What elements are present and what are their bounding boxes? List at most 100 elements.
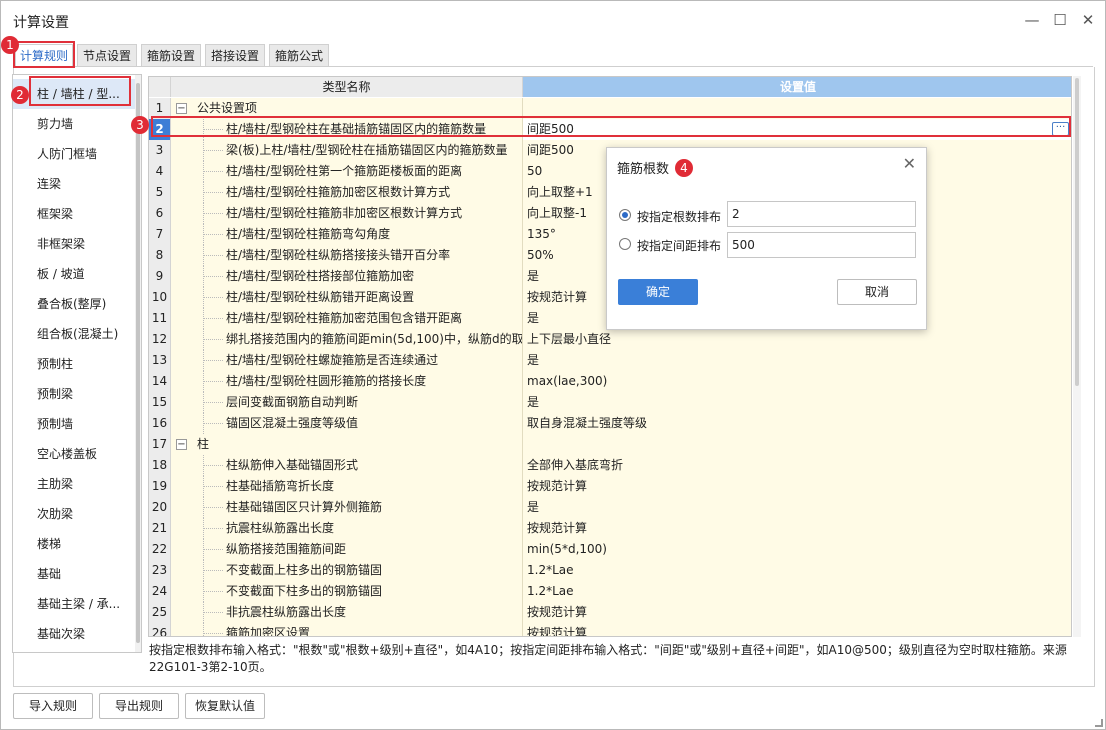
sidebar-item[interactable]: 连梁: [13, 169, 135, 199]
row-name-cell[interactable]: 柱/墙柱/型钢砼柱箍筋弯勾角度: [171, 224, 523, 245]
sidebar-item[interactable]: 组合板(混凝土): [13, 319, 135, 349]
grid-scrollbar[interactable]: [1073, 76, 1081, 637]
radio-by-spacing[interactable]: [619, 238, 631, 250]
row-value-cell[interactable]: [523, 98, 1071, 119]
row-value-cell[interactable]: 是: [523, 497, 1071, 518]
row-value-cell[interactable]: 间距500 ···: [523, 119, 1071, 140]
sidebar-item[interactable]: 基础: [13, 559, 135, 589]
table-row[interactable]: 24 不变截面下柱多出的钢筋锚固 1.2*Lae: [149, 581, 1071, 602]
row-name-cell[interactable]: 不变截面下柱多出的钢筋锚固: [171, 581, 523, 602]
row-value-cell[interactable]: 1.2*Lae: [523, 560, 1071, 581]
tab-calc-rules[interactable]: 计算规则: [15, 44, 73, 66]
radio-by-spacing-label[interactable]: 按指定间距排布: [637, 237, 721, 254]
dialog-cancel-button[interactable]: 取消: [837, 279, 917, 305]
sidebar-item[interactable]: 剪力墙: [13, 109, 135, 139]
resize-grip-icon[interactable]: [1095, 719, 1103, 727]
sidebar-item[interactable]: 预制柱: [13, 349, 135, 379]
sidebar-item[interactable]: 非框架梁: [13, 229, 135, 259]
row-value-cell[interactable]: 按规范计算: [523, 623, 1071, 636]
row-name-cell[interactable]: 抗震柱纵筋露出长度: [171, 518, 523, 539]
row-name-cell[interactable]: 柱/墙柱/型钢砼柱箍筋加密区根数计算方式: [171, 182, 523, 203]
row-value-cell[interactable]: 全部伸入基底弯折: [523, 455, 1071, 476]
tab-stirrup-formula[interactable]: 箍筋公式: [269, 44, 329, 66]
row-value-cell[interactable]: 1.2*Lae: [523, 581, 1071, 602]
table-row[interactable]: 14 柱/墙柱/型钢砼柱圆形箍筋的搭接长度 max(lae,300): [149, 371, 1071, 392]
more-options-icon[interactable]: ···: [1052, 122, 1069, 136]
sidebar-scroll-thumb[interactable]: [136, 83, 140, 643]
sidebar-item[interactable]: 叠合板(整厚): [13, 289, 135, 319]
row-name-cell[interactable]: 柱/墙柱/型钢砼柱螺旋箍筋是否连续通过: [171, 350, 523, 371]
row-value-cell[interactable]: max(lae,300): [523, 371, 1071, 392]
collapse-icon[interactable]: −: [176, 439, 187, 450]
row-name-cell[interactable]: − 公共设置项: [171, 98, 523, 119]
row-name-cell[interactable]: 柱/墙柱/型钢砼柱第一个箍筋距楼板面的距离: [171, 161, 523, 182]
radio-by-count[interactable]: [619, 209, 631, 221]
table-row[interactable]: 2 柱/墙柱/型钢砼柱在基础插筋锚固区内的箍筋数量 间距500 ···: [149, 119, 1071, 140]
row-name-cell[interactable]: 锚固区混凝土强度等级值: [171, 413, 523, 434]
sidebar-item[interactable]: 基础主梁 / 承...: [13, 589, 135, 619]
grid-scroll-thumb[interactable]: [1075, 78, 1079, 386]
sidebar-item[interactable]: 柱 / 墙柱 / 型...: [13, 79, 135, 109]
row-name-cell[interactable]: 柱/墙柱/型钢砼柱圆形箍筋的搭接长度: [171, 371, 523, 392]
row-value-cell[interactable]: [523, 434, 1071, 455]
collapse-icon[interactable]: −: [176, 103, 187, 114]
row-name-cell[interactable]: 梁(板)上柱/墙柱/型钢砼柱在插筋锚固区内的箍筋数量: [171, 140, 523, 161]
sidebar-item[interactable]: 砌体结构: [13, 649, 135, 652]
row-name-cell[interactable]: 柱/墙柱/型钢砼柱纵筋错开距离设置: [171, 287, 523, 308]
table-row[interactable]: 15 层间变截面钢筋自动判断 是: [149, 392, 1071, 413]
restore-defaults-button[interactable]: 恢复默认值: [185, 693, 265, 719]
row-name-cell[interactable]: 柱基础锚固区只计算外侧箍筋: [171, 497, 523, 518]
dialog-close-icon[interactable]: ✕: [903, 154, 916, 173]
sidebar-item[interactable]: 次肋梁: [13, 499, 135, 529]
row-value-cell[interactable]: 按规范计算: [523, 476, 1071, 497]
close-icon[interactable]: ✕: [1077, 9, 1099, 31]
table-row[interactable]: 22 纵筋搭接范围箍筋间距 min(5*d,100): [149, 539, 1071, 560]
row-name-cell[interactable]: 柱/墙柱/型钢砼柱箍筋非加密区根数计算方式: [171, 203, 523, 224]
row-name-cell[interactable]: 柱基础插筋弯折长度: [171, 476, 523, 497]
sidebar-item[interactable]: 框架梁: [13, 199, 135, 229]
row-name-cell[interactable]: 箍筋加密区设置: [171, 623, 523, 636]
row-name-cell[interactable]: 柱/墙柱/型钢砼柱搭接部位箍筋加密: [171, 266, 523, 287]
import-rules-button[interactable]: 导入规则: [13, 693, 93, 719]
sidebar-item[interactable]: 板 / 坡道: [13, 259, 135, 289]
sidebar-item[interactable]: 基础次梁: [13, 619, 135, 649]
table-row[interactable]: 16 锚固区混凝土强度等级值 取自身混凝土强度等级: [149, 413, 1071, 434]
dialog-ok-button[interactable]: 确定: [618, 279, 698, 305]
sidebar-item[interactable]: 楼梯: [13, 529, 135, 559]
maximize-icon[interactable]: ☐: [1049, 9, 1071, 31]
row-name-cell[interactable]: 柱/墙柱/型钢砼柱纵筋搭接接头错开百分率: [171, 245, 523, 266]
tab-stirrup-settings[interactable]: 箍筋设置: [141, 44, 201, 66]
table-row[interactable]: 23 不变截面上柱多出的钢筋锚固 1.2*Lae: [149, 560, 1071, 581]
table-row[interactable]: 1− 公共设置项: [149, 98, 1071, 119]
row-value-cell[interactable]: 是: [523, 350, 1071, 371]
radio-by-count-label[interactable]: 按指定根数排布: [637, 208, 721, 225]
row-name-cell[interactable]: − 柱: [171, 434, 523, 455]
spacing-input[interactable]: 500: [727, 232, 916, 258]
count-input[interactable]: 2: [727, 201, 916, 227]
row-name-cell[interactable]: 纵筋搭接范围箍筋间距: [171, 539, 523, 560]
row-name-cell[interactable]: 柱纵筋伸入基础锚固形式: [171, 455, 523, 476]
row-value-cell[interactable]: 取自身混凝土强度等级: [523, 413, 1071, 434]
table-row[interactable]: 13 柱/墙柱/型钢砼柱螺旋箍筋是否连续通过 是: [149, 350, 1071, 371]
sidebar-item[interactable]: 预制墙: [13, 409, 135, 439]
table-row[interactable]: 21 抗震柱纵筋露出长度 按规范计算: [149, 518, 1071, 539]
row-name-cell[interactable]: 层间变截面钢筋自动判断: [171, 392, 523, 413]
row-name-cell[interactable]: 柱/墙柱/型钢砼柱箍筋加密范围包含错开距离: [171, 308, 523, 329]
table-row[interactable]: 20 柱基础锚固区只计算外侧箍筋 是: [149, 497, 1071, 518]
row-value-cell[interactable]: 按规范计算: [523, 602, 1071, 623]
table-row[interactable]: 17− 柱: [149, 434, 1071, 455]
row-value-cell[interactable]: 上下层最小直径: [523, 329, 1071, 350]
table-row[interactable]: 19 柱基础插筋弯折长度 按规范计算: [149, 476, 1071, 497]
row-value-cell[interactable]: min(5*d,100): [523, 539, 1071, 560]
tab-lap-settings[interactable]: 搭接设置: [205, 44, 265, 66]
row-name-cell[interactable]: 柱/墙柱/型钢砼柱在基础插筋锚固区内的箍筋数量: [171, 119, 523, 140]
sidebar-item[interactable]: 人防门框墙: [13, 139, 135, 169]
table-row[interactable]: 12 绑扎搭接范围内的箍筋间距min(5d,100)中，纵筋d的取值 上下层最小直径: [149, 329, 1071, 350]
sidebar-scrollbar[interactable]: [135, 75, 141, 652]
sidebar-item[interactable]: 预制梁: [13, 379, 135, 409]
minimize-icon[interactable]: —: [1021, 9, 1043, 31]
sidebar-item[interactable]: 主肋梁: [13, 469, 135, 499]
table-row[interactable]: 25 非抗震柱纵筋露出长度 按规范计算: [149, 602, 1071, 623]
export-rules-button[interactable]: 导出规则: [99, 693, 179, 719]
row-name-cell[interactable]: 非抗震柱纵筋露出长度: [171, 602, 523, 623]
